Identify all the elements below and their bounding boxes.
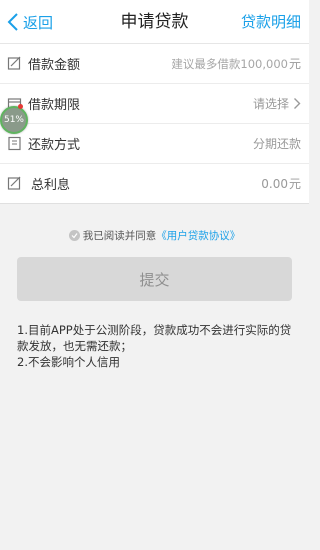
repayment-method-label: 还款方式 bbox=[28, 138, 81, 153]
loan-amount-label: 借款金额 bbox=[28, 58, 81, 73]
note-line: 1.目前APP处于公测阶段，贷款成功不会进行实际的贷款发放，也无需还款； bbox=[17, 323, 292, 353]
amount-unit: 元 bbox=[288, 57, 301, 71]
notification-dot bbox=[18, 104, 23, 109]
loan-amount-input[interactable] bbox=[147, 56, 288, 71]
total-interest-value: 0.00 元 bbox=[261, 175, 301, 192]
interest-amount: 0.00 bbox=[261, 176, 288, 191]
repayment-method-value: 分期还款 bbox=[252, 137, 301, 151]
agreement-line: 我已阅读并同意 《用户贷款协议》 bbox=[0, 228, 309, 243]
notes: 1.目前APP处于公测阶段，贷款成功不会进行实际的贷款发放，也无需还款； 2.不… bbox=[17, 322, 292, 370]
total-interest-row: 总利息 0.00 元 bbox=[0, 164, 309, 204]
loan-amount-row[interactable]: 借款金额 元 bbox=[0, 44, 309, 84]
total-interest-label: 总利息 bbox=[31, 178, 71, 193]
note-line: 2.不会影响个人信用 bbox=[17, 355, 120, 369]
back-label: 返回 bbox=[23, 13, 54, 32]
check-icon bbox=[71, 233, 78, 239]
loan-term-value: 请选择 bbox=[253, 95, 301, 112]
back-button[interactable]: 返回 bbox=[6, 0, 53, 44]
nav-bar: 返回 申请贷款 贷款明细 bbox=[0, 0, 309, 44]
document-icon bbox=[8, 136, 21, 151]
loan-term-select-text: 请选择 bbox=[252, 97, 289, 111]
chevron-right-icon bbox=[294, 98, 301, 109]
chevron-left-icon bbox=[7, 13, 18, 31]
agreement-link[interactable]: 《用户贷款协议》 bbox=[156, 228, 240, 243]
interest-unit: 元 bbox=[288, 177, 301, 191]
edit-note-icon bbox=[7, 176, 21, 190]
submit-button[interactable]: 提交 bbox=[17, 257, 292, 301]
edit-note-icon bbox=[7, 56, 21, 70]
loan-form: 借款金额 元 借款期限 请选择 还款方式 分期还款 bbox=[0, 44, 309, 204]
loan-detail-button[interactable]: 贷款明细 bbox=[241, 0, 301, 44]
loan-term-row[interactable]: 借款期限 请选择 bbox=[0, 84, 309, 124]
agreement-text: 我已阅读并同意 bbox=[82, 230, 157, 242]
agreement-checkbox[interactable] bbox=[68, 230, 80, 241]
loan-amount-value: 元 bbox=[147, 55, 301, 72]
repayment-method-row[interactable]: 还款方式 分期还款 bbox=[0, 124, 309, 164]
loan-term-label: 借款期限 bbox=[28, 98, 81, 113]
floating-progress-badge[interactable]: 51% bbox=[0, 106, 28, 134]
